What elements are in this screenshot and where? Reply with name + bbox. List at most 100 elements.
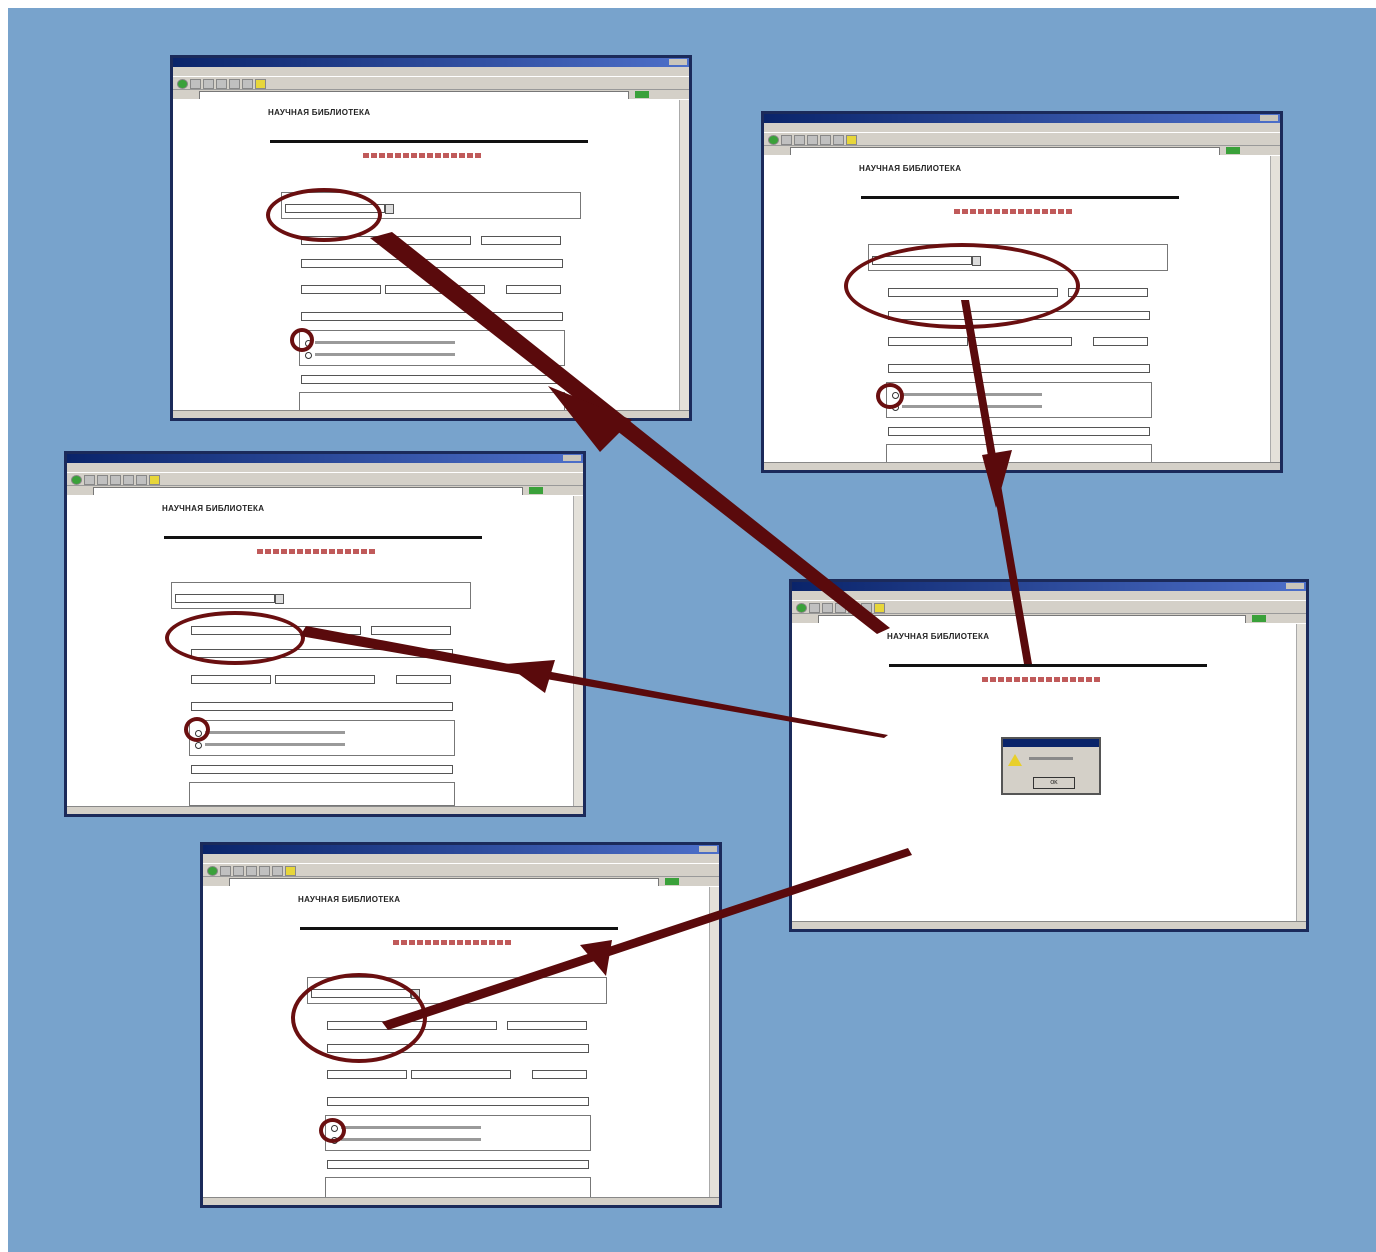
place-field[interactable] [301,285,381,294]
forward-icon[interactable] [220,866,231,876]
go-icon[interactable] [529,487,543,494]
dialog-ok-button[interactable]: OK [1033,777,1075,789]
home-icon[interactable] [229,79,240,89]
favorites-icon[interactable] [846,135,857,145]
back-icon[interactable] [177,79,188,89]
title-bar [764,114,1280,123]
vertical-scrollbar[interactable] [1296,624,1306,921]
publisher-field[interactable] [972,337,1072,346]
forward-icon[interactable] [809,603,820,613]
keyword-field[interactable] [191,765,453,774]
stop-icon[interactable] [233,866,244,876]
forward-icon[interactable] [781,135,792,145]
window-bottom: НАУЧНАЯ БИБЛИОТЕКА [200,842,722,1208]
favorites-icon[interactable] [285,866,296,876]
go-icon[interactable] [635,91,649,98]
home-icon[interactable] [259,866,270,876]
address-input[interactable] [229,878,659,886]
menu-bar[interactable] [764,123,1280,132]
back-icon[interactable] [71,475,82,485]
year-field[interactable] [1068,288,1148,297]
stop-icon[interactable] [97,475,108,485]
search-icon[interactable] [272,866,283,876]
refresh-icon[interactable] [835,603,846,613]
window-controls[interactable] [1260,115,1278,121]
subject-field[interactable] [327,1097,589,1106]
back-icon[interactable] [768,135,779,145]
go-icon[interactable] [1226,147,1240,154]
chevron-down-icon[interactable] [385,204,394,214]
stop-icon[interactable] [822,603,833,613]
home-icon[interactable] [820,135,831,145]
option-radio-2[interactable] [195,742,202,749]
search-icon[interactable] [833,135,844,145]
option-label-2 [902,405,1042,408]
page-content: НАУЧНАЯ БИБЛИОТЕКА [173,100,679,416]
vertical-scrollbar[interactable] [679,100,689,410]
favorites-icon[interactable] [149,475,160,485]
search-icon[interactable] [136,475,147,485]
home-icon[interactable] [123,475,134,485]
address-input[interactable] [93,487,523,495]
back-icon[interactable] [796,603,807,613]
library-name: НАУЧНАЯ БИБЛИОТЕКА [859,164,962,173]
status-bar [67,806,583,814]
publisher-field[interactable] [385,285,485,294]
window-controls[interactable] [1286,583,1304,589]
menu-bar[interactable] [67,463,583,472]
refresh-icon[interactable] [807,135,818,145]
year-field[interactable] [371,626,451,635]
subject-field[interactable] [191,702,453,711]
option-label-2 [341,1138,481,1141]
menu-bar[interactable] [203,854,719,863]
address-input[interactable] [790,147,1220,155]
place-field[interactable] [888,337,968,346]
publisher-field[interactable] [411,1070,511,1079]
date-field[interactable] [1093,337,1148,346]
date-field[interactable] [532,1070,587,1079]
refresh-icon[interactable] [216,79,227,89]
vertical-scrollbar[interactable] [709,887,719,1197]
subject-field[interactable] [888,364,1150,373]
place-field[interactable] [327,1070,407,1079]
favorites-icon[interactable] [874,603,885,613]
catalog-select[interactable] [175,594,275,603]
search-icon[interactable] [242,79,253,89]
year-field[interactable] [481,236,561,245]
window-controls[interactable] [669,59,687,65]
go-icon[interactable] [665,878,679,885]
vertical-scrollbar[interactable] [573,496,583,806]
refresh-icon[interactable] [110,475,121,485]
address-input[interactable] [199,91,629,99]
refresh-icon[interactable] [246,866,257,876]
back-icon[interactable] [207,866,218,876]
window-controls[interactable] [699,846,717,852]
date-field[interactable] [506,285,561,294]
publisher-field[interactable] [275,675,375,684]
keyword-field[interactable] [301,375,563,384]
forward-icon[interactable] [190,79,201,89]
browser-toolbar [203,863,719,877]
place-field[interactable] [191,675,271,684]
stop-icon[interactable] [203,79,214,89]
date-field[interactable] [396,675,451,684]
home-icon[interactable] [848,603,859,613]
search-icon[interactable] [861,603,872,613]
title-field[interactable] [301,259,563,268]
favorites-icon[interactable] [255,79,266,89]
year-field[interactable] [507,1021,587,1030]
option-radio-2[interactable] [305,352,312,359]
keyword-field[interactable] [888,427,1150,436]
subject-field[interactable] [301,312,563,321]
menu-bar[interactable] [792,591,1306,600]
window-controls[interactable] [563,455,581,461]
keyword-field[interactable] [327,1160,589,1169]
menu-bar[interactable] [173,67,689,76]
stop-icon[interactable] [794,135,805,145]
chevron-down-icon[interactable] [275,594,284,604]
go-icon[interactable] [1252,615,1266,622]
vertical-scrollbar[interactable] [1270,156,1280,462]
forward-icon[interactable] [84,475,95,485]
header-rule [861,196,1179,199]
address-input[interactable] [818,615,1246,623]
